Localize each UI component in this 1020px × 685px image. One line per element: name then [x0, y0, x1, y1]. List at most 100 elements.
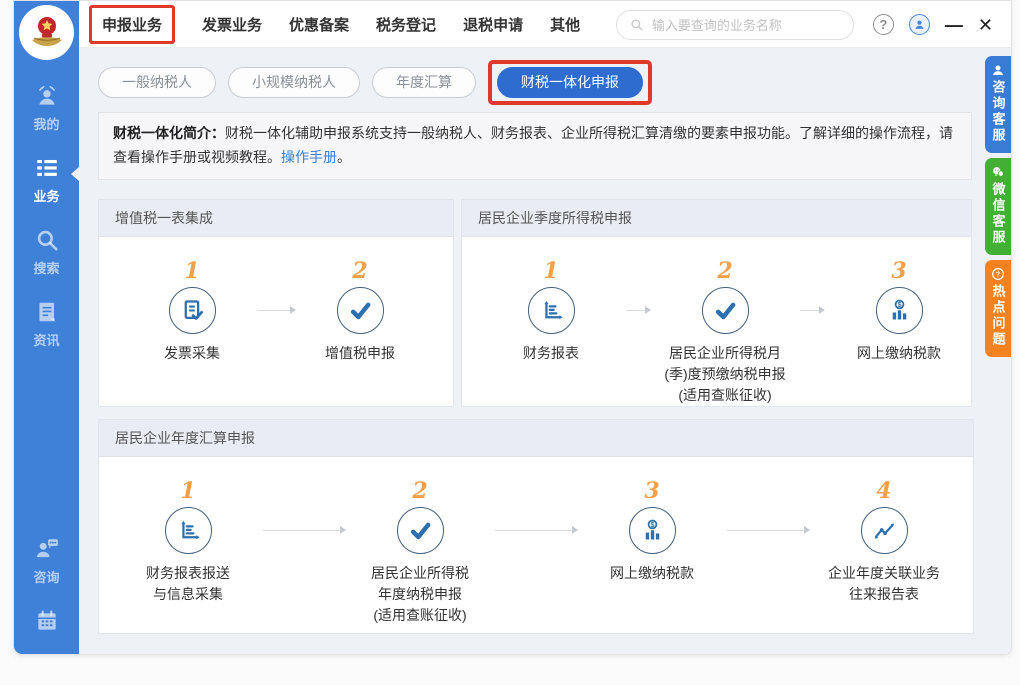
search-icon	[34, 227, 60, 253]
sidebar-item-咨询[interactable]: 咨询	[14, 532, 79, 590]
nav-item-其他[interactable]: 其他	[550, 14, 580, 35]
subtab-年度汇算[interactable]: 年度汇算	[372, 67, 476, 98]
workflow-step: 1 财务报表报送 与信息采集	[113, 478, 263, 605]
pay-tax-icon: $	[639, 517, 666, 544]
workflow-step: 2增值税申报	[295, 258, 425, 364]
step-button-finance-report-icon[interactable]	[165, 507, 212, 554]
panel-title: 增值税一表集成	[99, 200, 453, 237]
step-button-finance-report-icon[interactable]	[528, 287, 575, 334]
nav-item-申报业务[interactable]: 申报业务	[89, 5, 175, 44]
panel-title: 居民企业季度所得税申报	[462, 200, 971, 237]
sidebar-item-label: 咨询	[33, 567, 59, 586]
step-label: 居民企业所得税 年度纳税申报 (适用查账征收)	[371, 563, 469, 626]
business-list-icon	[34, 155, 60, 181]
step-button-pay-tax-icon[interactable]: $	[876, 287, 923, 334]
service-tab-咨询客服[interactable]: 咨询客服	[985, 56, 1011, 153]
check-icon	[407, 517, 434, 544]
service-tabs: 咨询客服微信客服 ?热点问题	[985, 56, 1011, 357]
step-number: 4	[876, 478, 891, 507]
workflow-step: 1 发票采集	[127, 258, 257, 364]
step-button-check-icon[interactable]	[337, 287, 384, 334]
step-number: 2	[717, 258, 732, 287]
close-button[interactable]: ✕	[978, 16, 993, 34]
step-arrow	[263, 530, 345, 531]
step-number: 2	[412, 478, 427, 507]
nav-item-税务登记[interactable]: 税务登记	[376, 14, 436, 35]
panel-annual-settlement: 居民企业年度汇算申报 1 财务报表报送 与信息采集 2 居民企业所得税 年度纳税申报 …	[98, 419, 974, 634]
step-label: 居民企业所得税月 (季)度预缴纳税申报 (适用查账征收)	[664, 343, 785, 406]
intro-body: 财税一体化辅助申报系统支持一般纳税人、财务报表、企业所得税汇算清缴的要素申报功能…	[113, 125, 953, 165]
search-placeholder: 输入要查询的业务名称	[652, 15, 782, 34]
step-button-pay-tax-icon[interactable]: $	[629, 507, 676, 554]
step-number: 1	[184, 258, 199, 287]
invoice-collect-icon	[179, 297, 206, 324]
search-icon	[629, 17, 644, 32]
service-tab-label: 微信客服	[989, 182, 1008, 246]
top-header: 申报业务 发票业务 优惠备案 税务登记 退税申请 其他 输入要查询的业务名称 ? — ✕	[79, 1, 1011, 48]
step-arrow	[800, 310, 824, 311]
sidebar-item-label: 资讯	[33, 330, 59, 349]
nav-item-优惠备案[interactable]: 优惠备案	[289, 14, 349, 35]
step-arrow	[257, 310, 295, 311]
subtab-bar: 一般纳税人小规模纳税人年度汇算财税一体化申报	[98, 60, 972, 104]
step-number: 3	[891, 258, 906, 287]
subtab-财税一体化申报[interactable]: 财税一体化申报	[497, 67, 643, 98]
sidebar-item-业务[interactable]: 业务	[14, 151, 79, 209]
step-label: 增值税申报	[325, 343, 395, 364]
intro-title: 财税一体化简介：	[113, 125, 225, 141]
step-label: 财务报表报送 与信息采集	[146, 563, 230, 605]
subtab-一般纳税人[interactable]: 一般纳税人	[98, 67, 216, 98]
workflow-step: 3$网上缴纳税款	[824, 258, 974, 364]
workflow-step: 2 居民企业所得税 年度纳税申报 (适用查账征收)	[345, 478, 495, 626]
service-tab-label: 咨询客服	[989, 80, 1008, 144]
calendar-icon	[34, 608, 60, 634]
nav-item-退税申请[interactable]: 退税申请	[463, 14, 523, 35]
step-arrow	[626, 310, 650, 311]
sidebar-item-calendar[interactable]	[14, 604, 79, 638]
step-number: 3	[644, 478, 659, 507]
panel-steps: 1 发票采集 2增值税申报	[99, 237, 453, 364]
service-person-icon	[991, 63, 1005, 77]
highlight-box: 财税一体化申报	[488, 60, 652, 105]
tax-emblem-icon	[24, 10, 70, 56]
consult-icon	[34, 536, 60, 562]
step-label: 网上缴纳税款	[610, 563, 694, 584]
check-icon	[347, 297, 374, 324]
service-tab-热点问题[interactable]: ?热点问题	[985, 260, 1011, 357]
workflow-step: 1财务报表	[476, 258, 626, 364]
minimize-button[interactable]: —	[945, 16, 963, 34]
svg-text:$: $	[650, 520, 654, 529]
workflow-step: 2 居民企业所得税月 (季)度预缴纳税申报 (适用查账征收)	[650, 258, 800, 406]
step-label: 发票采集	[164, 343, 220, 364]
sidebar-item-label: 我的	[33, 114, 59, 133]
active-notch	[71, 167, 79, 181]
sidebar-item-我的[interactable]: 我的	[14, 79, 79, 137]
step-arrow	[495, 530, 577, 531]
step-button-related-business-icon[interactable]	[861, 507, 908, 554]
step-button-check-icon[interactable]	[702, 287, 749, 334]
panel-steps: 1财务报表 2 居民企业所得税月 (季)度预缴纳税申报 (适用查账征收) 3$网上缴纳…	[462, 237, 971, 406]
help-icon[interactable]: ?	[873, 14, 894, 35]
sidebar-item-搜索[interactable]: 搜索	[14, 223, 79, 281]
step-number: 1	[180, 478, 195, 507]
intro-suffix: 。	[337, 149, 351, 165]
finance-report-icon	[538, 297, 565, 324]
tax-bureau-logo	[19, 5, 74, 60]
panel-quarterly-income-tax: 居民企业季度所得税申报 1财务报表 2 居民企业所得税月 (季)度预缴纳税申报 (适…	[461, 199, 972, 407]
step-button-invoice-collect-icon[interactable]	[169, 287, 216, 334]
step-arrow	[727, 530, 809, 531]
step-number: 1	[543, 258, 558, 287]
panel-steps: 1 财务报表报送 与信息采集 2 居民企业所得税 年度纳税申报 (适用查账征收) 3 $ 网…	[99, 457, 973, 626]
search-input[interactable]: 输入要查询的业务名称	[616, 10, 854, 40]
step-button-check-icon[interactable]	[397, 507, 444, 554]
subtab-小规模纳税人[interactable]: 小规模纳税人	[228, 67, 360, 98]
panel-row-top: 增值税一表集成 1发票采集2增值税申报 居民企业季度所得税申报 1财务报表2居民…	[98, 199, 972, 407]
service-tab-微信客服[interactable]: 微信客服	[985, 158, 1011, 255]
sidebar-item-资讯[interactable]: 资讯	[14, 295, 79, 353]
step-label: 企业年度关联业务 往来报告表	[828, 563, 940, 605]
panel-title: 居民企业年度汇算申报	[99, 420, 973, 457]
nav-item-发票业务[interactable]: 发票业务	[202, 14, 262, 35]
manual-link[interactable]: 操作手册	[281, 149, 337, 165]
user-account-icon[interactable]	[909, 14, 930, 35]
user-icon	[913, 18, 926, 31]
